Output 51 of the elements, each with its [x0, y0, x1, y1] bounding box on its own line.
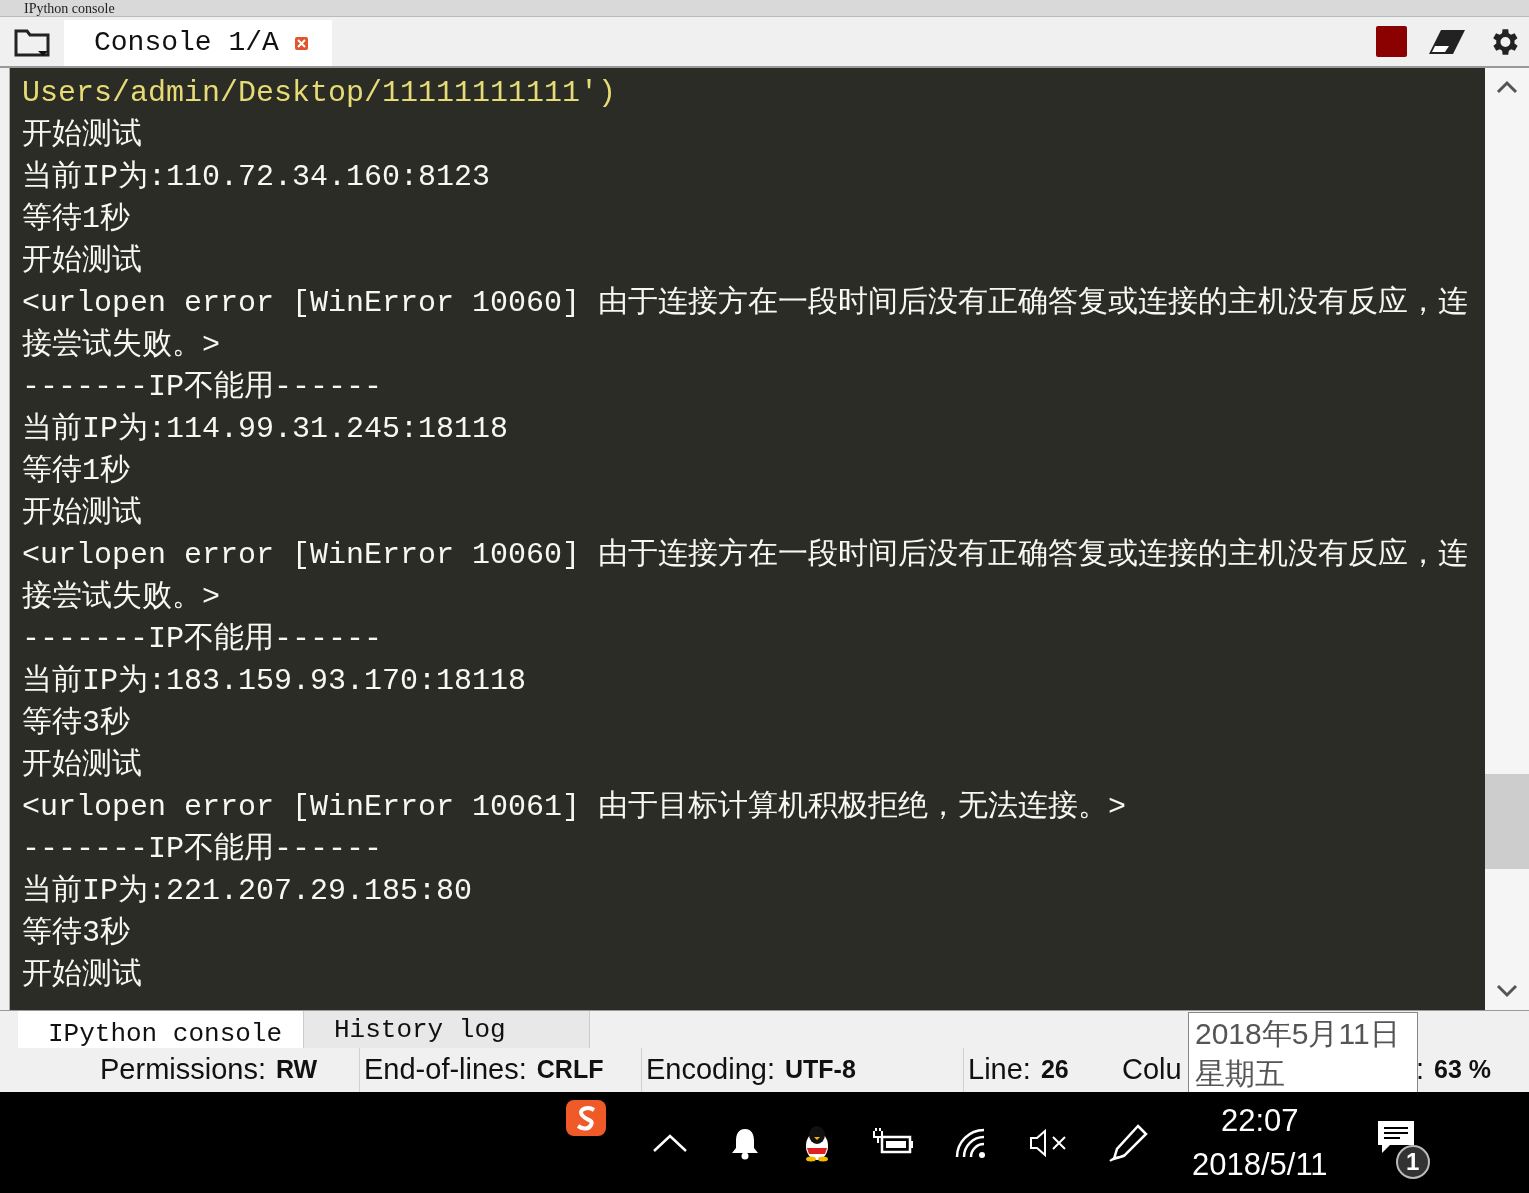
notification-badge: 1 [1395, 1144, 1430, 1179]
taskbar-date[interactable]: 2018/5/11 [1192, 1142, 1328, 1187]
console-output-line: 开始测试 [22, 747, 143, 784]
console-output-line: -------IP不能用------ [22, 831, 384, 868]
console-output-line: 等待1秒 [22, 453, 131, 490]
status-value: CRLF [536, 1054, 604, 1086]
status-value: 63 % [1434, 1054, 1492, 1086]
scrollbar-thumb[interactable] [1485, 774, 1529, 869]
close-icon[interactable] [294, 36, 308, 50]
console-output-line: 开始测试 [22, 495, 143, 532]
console-output-line: 开始测试 [22, 117, 143, 154]
console-output-line: 等待3秒 [22, 705, 131, 742]
window-title: IPython console [24, 1, 115, 16]
action-center-icon[interactable] [1375, 1118, 1416, 1155]
scrollbar[interactable] [1485, 68, 1529, 1010]
console-output-line: 等待3秒 [22, 915, 131, 952]
pane-tab[interactable]: History log [304, 1011, 590, 1048]
console-output-line: 开始测试 [22, 243, 143, 280]
chevron-up-icon[interactable] [652, 1132, 688, 1153]
wifi-icon[interactable] [954, 1126, 988, 1159]
console-output-line: 当前IP为:221.207.29.185:80 [22, 873, 474, 910]
console-output-line: 当前IP为:183.159.93.170:18118 [22, 663, 528, 700]
muted-speaker-icon[interactable] [1028, 1127, 1068, 1158]
status-label: Colu [1122, 1052, 1182, 1088]
pane-tab[interactable]: IPython console [18, 1011, 304, 1048]
input-method-icon[interactable] [566, 1100, 606, 1136]
tooltip-text: 2018年5月11日 [1195, 1016, 1401, 1052]
console-output-line: 当前IP为:110.72.34.160:8123 [22, 159, 492, 196]
status-value: 26 [1040, 1054, 1069, 1086]
console-output-line: -------IP不能用------ [22, 369, 384, 406]
status-value: UTF-8 [785, 1054, 856, 1086]
scroll-up-icon[interactable] [1496, 80, 1518, 94]
status-value: RW [276, 1054, 318, 1086]
status-label: Line: [968, 1052, 1031, 1088]
status-label: : [1416, 1052, 1425, 1088]
status-label: Permissions: [100, 1052, 266, 1088]
scroll-down-icon[interactable] [1496, 984, 1518, 998]
console-tab[interactable]: Console 1/A [64, 20, 332, 66]
console-output-line: <urlopen error [WinError 10060] 由于连接方在一段时间后没有正确答复或连接的主机没有反应，连接尝试失败。> [22, 536, 1470, 616]
console-output-line: <urlopen error [WinError 10060] 由于连接方在一段时间后没有正确答复或连接的主机没有反应，连接尝试失败。> [22, 284, 1470, 364]
eraser-icon[interactable] [1427, 27, 1467, 56]
path-output-line: Users/admin/Desktop/11111111111') [22, 75, 618, 112]
status-label: Encoding: [646, 1052, 775, 1088]
taskbar-time[interactable]: 22:07 [1221, 1098, 1299, 1143]
console-output-line: 当前IP为:114.99.31.245:18118 [22, 411, 510, 448]
status-label: End-of-lines: [364, 1052, 527, 1088]
console-output-line: <urlopen error [WinError 10061] 由于目标计算机积极拒绝，无法连接。> [22, 789, 1128, 826]
console-output-line: -------IP不能用------ [22, 621, 384, 658]
console-output-line: 开始测试 [22, 957, 143, 994]
console-output-line: 等待1秒 [22, 201, 131, 238]
tooltip-text: 星期五 [1195, 1056, 1286, 1092]
